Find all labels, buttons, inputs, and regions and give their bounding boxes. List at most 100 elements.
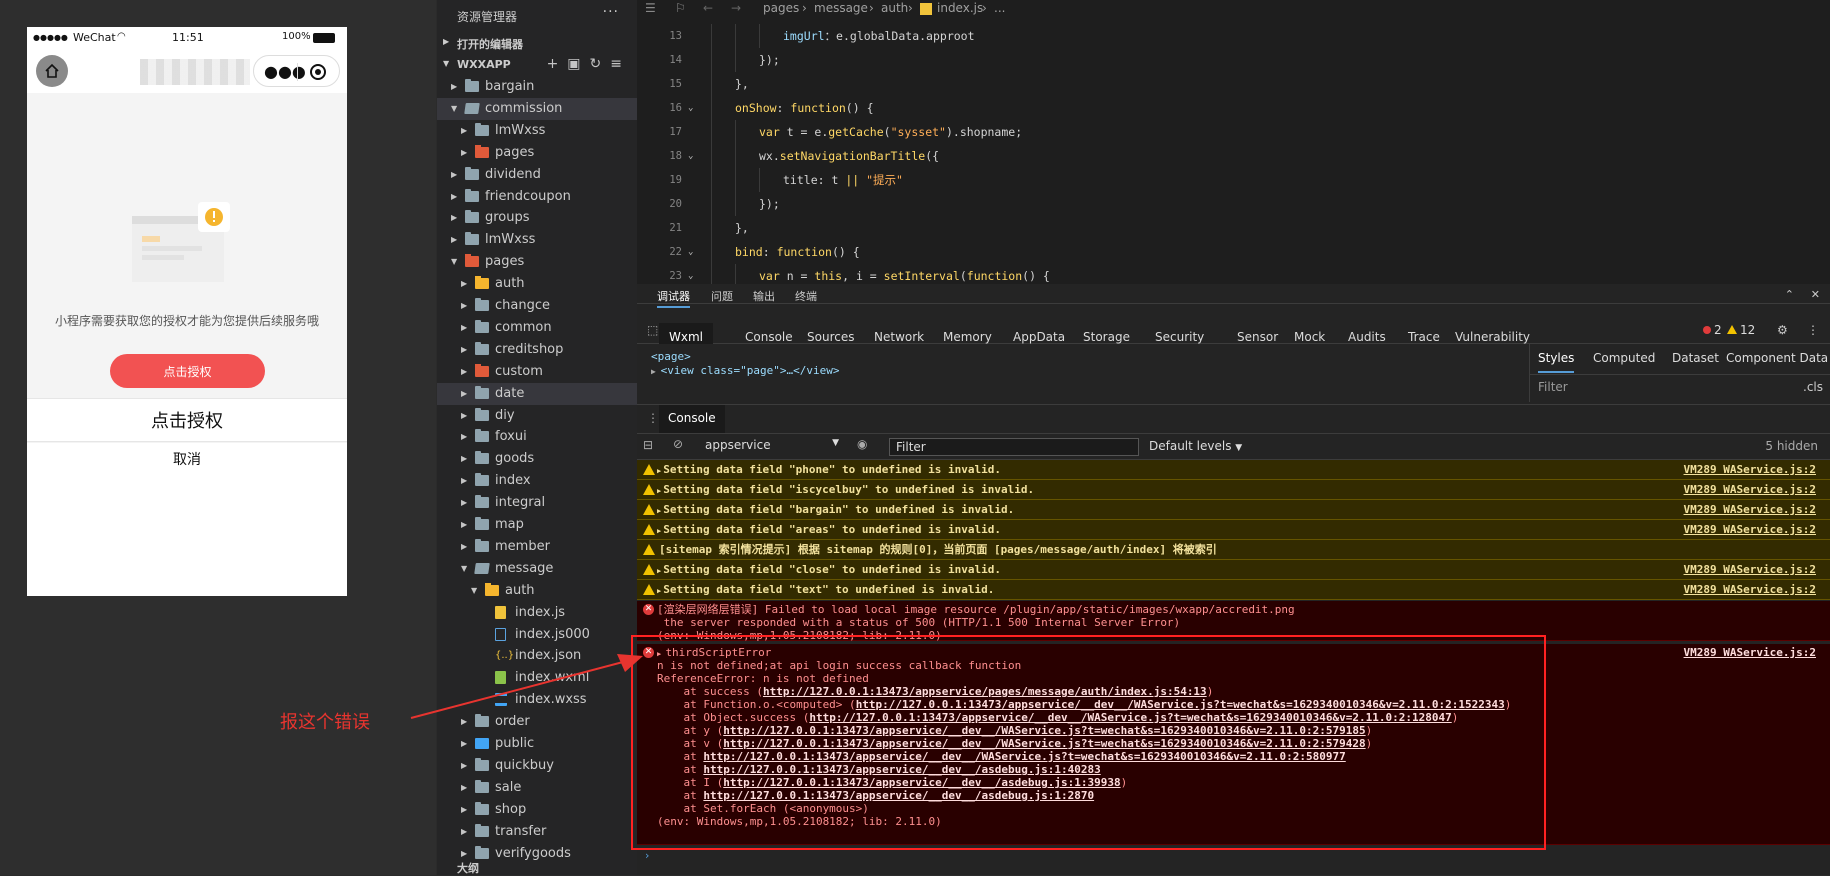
tab-output[interactable]: 输出 — [753, 288, 775, 304]
gear-icon[interactable]: ⚙ — [1777, 323, 1788, 337]
code-line[interactable]: 21}, — [637, 216, 1830, 240]
source-link[interactable]: VM289 WAService.js:2 — [1684, 460, 1816, 480]
fold-icon[interactable]: ⌄ — [688, 144, 693, 168]
folder-item[interactable]: ▶ groups — [437, 207, 637, 229]
panel-tab-vulnerability[interactable]: Vulnerability — [1455, 330, 1530, 344]
code-line[interactable]: 20}); — [637, 192, 1830, 216]
collapse-icon[interactable]: ≡ — [610, 56, 631, 72]
file-item[interactable]: index.js — [437, 602, 637, 624]
panel-tab-appdata[interactable]: AppData — [1013, 330, 1065, 344]
panel-tab-memory[interactable]: Memory — [943, 330, 992, 344]
console-warning[interactable]: [sitemap 索引情况提示] 根据 sitemap 的规则[0]，当前页面 … — [637, 540, 1830, 560]
folder-item[interactable]: ▶ lmWxss — [437, 229, 637, 251]
fold-icon[interactable]: ⌄ — [688, 96, 693, 120]
list-icon[interactable]: ☰ — [645, 1, 656, 15]
folder-item[interactable]: ▶ sale — [437, 777, 637, 799]
more-vertical-icon[interactable]: ⋮ — [1807, 323, 1819, 337]
styles-filter[interactable]: Filter .cls — [1530, 374, 1830, 398]
tab-problems[interactable]: 问题 — [711, 288, 733, 304]
tab-component-data[interactable]: Component Data — [1726, 351, 1828, 365]
console-warning[interactable]: ▶ Setting data field "phone" to undefined… — [637, 460, 1830, 480]
code-line[interactable]: 22 ⌄ bind: function() { — [637, 240, 1830, 264]
panel-tab-mock[interactable]: Mock — [1294, 330, 1325, 344]
folder-item[interactable]: ▶ index — [437, 470, 637, 492]
folder-item[interactable]: ▶ quickbuy — [437, 755, 637, 777]
breadcrumb-item[interactable]: auth — [881, 1, 908, 15]
folder-item[interactable]: ▼ pages — [437, 251, 637, 273]
folder-item[interactable]: ▶ member — [437, 536, 637, 558]
code-line[interactable]: 13 imgUrl：e.globalData.approot — [637, 24, 1830, 48]
console-prompt[interactable]: › — [645, 849, 649, 862]
breadcrumb-item[interactable]: pages — [763, 1, 799, 15]
source-link[interactable]: VM289 WAService.js:2 — [1684, 520, 1816, 540]
levels-dropdown[interactable]: Default levels ▼ — [1149, 439, 1242, 453]
folder-item[interactable]: ▼ commission — [437, 97, 637, 120]
sheet-cancel-option[interactable]: 取消 — [27, 443, 347, 596]
new-folder-icon[interactable]: ▣ — [567, 56, 589, 72]
close-mini-program-icon[interactable] — [310, 64, 326, 80]
source-link[interactable]: VM289 WAService.js:2 — [1684, 500, 1816, 520]
source-link[interactable]: VM289 WAService.js:2 — [1684, 560, 1816, 580]
drawer-menu-icon[interactable]: ⋮ — [647, 411, 659, 425]
tab-dataset[interactable]: Dataset — [1672, 351, 1719, 365]
folder-item[interactable]: ▶ transfer — [437, 821, 637, 843]
folder-item[interactable]: ▶ public — [437, 733, 637, 755]
chevron-up-icon[interactable]: ⌃ — [1785, 288, 1794, 301]
folder-item[interactable]: ▶ date — [437, 382, 637, 405]
source-link[interactable]: VM289 WAService.js:2 — [1684, 580, 1816, 600]
context-select[interactable]: appservice ▼ — [705, 438, 845, 456]
code-line[interactable]: 14}); — [637, 48, 1830, 72]
forward-icon[interactable]: → — [731, 1, 741, 15]
console-warning[interactable]: ▶ Setting data field "bargain" to undefin… — [637, 500, 1830, 520]
folder-item[interactable]: ▼ auth — [437, 580, 637, 602]
folder-item[interactable]: ▶ creditshop — [437, 339, 637, 361]
panel-tab-security[interactable]: Security — [1155, 330, 1204, 344]
error-count[interactable]: 2 — [1714, 323, 1722, 337]
source-link[interactable]: VM289 WAService.js:2 — [1684, 646, 1816, 659]
more-actions-icon[interactable]: ··· — [603, 4, 619, 20]
close-panel-icon[interactable]: ✕ — [1811, 288, 1820, 301]
open-editors-section[interactable]: ▶ 打开的编辑器 — [437, 32, 637, 54]
panel-tab-trace[interactable]: Trace — [1408, 330, 1440, 344]
cls-toggle[interactable]: .cls — [1803, 380, 1823, 394]
breadcrumb-item[interactable]: ... — [994, 1, 1005, 15]
inspect-icon[interactable]: ⬚ — [647, 323, 658, 337]
folder-item[interactable]: ▶ friendcoupon — [437, 186, 637, 208]
folder-item[interactable]: ▶ foxui — [437, 426, 637, 448]
folder-item[interactable]: ▶ map — [437, 514, 637, 536]
authorize-button[interactable]: 点击授权 — [110, 354, 265, 388]
bookmark-icon[interactable]: ⚐ — [675, 1, 686, 15]
code-line[interactable]: 15}, — [637, 72, 1830, 96]
folder-item[interactable]: ▶ dividend — [437, 164, 637, 186]
folder-item[interactable]: ▶ lmWxss — [437, 120, 637, 142]
code-line[interactable]: 16 ⌄ onShow: function() { — [637, 96, 1830, 120]
folder-item[interactable]: ▼ message — [437, 558, 637, 580]
back-icon[interactable]: ← — [703, 1, 713, 15]
console-warning[interactable]: ▶ Setting data field "iscycelbuy" to unde… — [637, 480, 1830, 500]
home-button[interactable] — [36, 55, 68, 87]
warning-count[interactable]: 12 — [1740, 323, 1755, 337]
code-line[interactable]: 18 ⌄ wx.setNavigationBarTitle({ — [637, 144, 1830, 168]
console-warning[interactable]: ▶ Setting data field "text" to undefined … — [637, 580, 1830, 600]
menu-capsule[interactable]: ●●● — [253, 55, 340, 87]
outline-section[interactable]: 大纲 — [437, 860, 637, 875]
panel-tab-console[interactable]: Console — [745, 330, 793, 344]
code-line[interactable]: 17 var t = e.getCache("sysset").shopname; — [637, 120, 1830, 144]
code-line[interactable]: 19 title: t || "提示" — [637, 168, 1830, 192]
tab-console-drawer[interactable]: Console — [659, 405, 725, 433]
clear-console-icon[interactable]: ⊘ — [673, 437, 683, 451]
folder-item[interactable]: ▶ goods — [437, 448, 637, 470]
panel-tab-storage[interactable]: Storage — [1083, 330, 1130, 344]
panel-tab-network[interactable]: Network — [874, 330, 924, 344]
console-warning[interactable]: ▶ Setting data field "areas" to undefined… — [637, 520, 1830, 540]
breadcrumb-item[interactable]: index.js — [937, 1, 983, 15]
tab-computed[interactable]: Computed — [1593, 351, 1655, 365]
folder-item[interactable]: ▶ common — [437, 317, 637, 339]
console-warning[interactable]: ▶ Setting data field "close" to undefined… — [637, 560, 1830, 580]
dom-node-view[interactable]: ▶ <view class="page">…</view> — [651, 364, 839, 377]
dom-node-page[interactable]: <page> — [651, 350, 691, 363]
breadcrumb-item[interactable]: message — [814, 1, 868, 15]
tab-debugger[interactable]: 调试器 — [657, 288, 690, 308]
folder-item[interactable]: ▶ changce — [437, 295, 637, 317]
wxml-tree[interactable]: <page> ▶ <view class="page">…</view> — [637, 344, 1529, 402]
